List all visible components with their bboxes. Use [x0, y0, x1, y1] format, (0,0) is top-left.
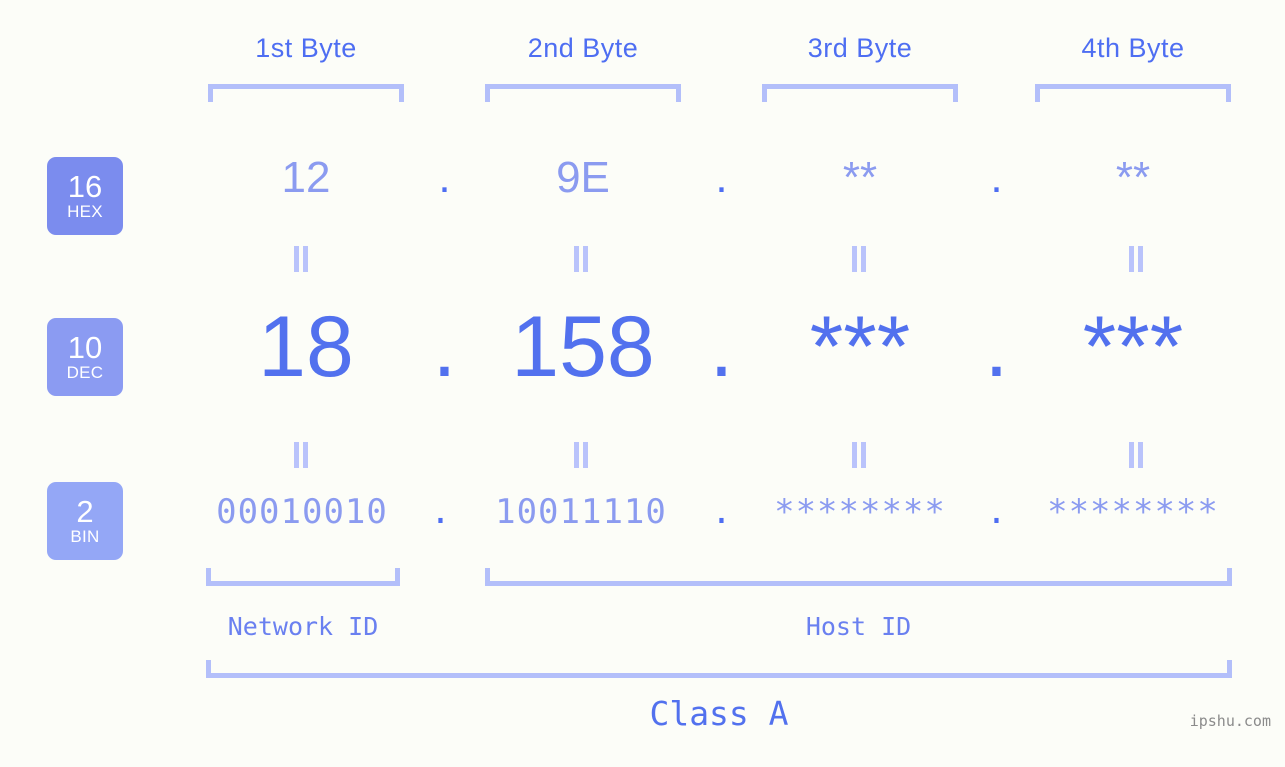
network-id-label: Network ID	[227, 612, 379, 641]
network-id-bracket	[206, 568, 400, 586]
host-id-label: Host ID	[805, 612, 912, 641]
dec-byte-1: 18	[258, 299, 354, 395]
equals-hex-dec-2	[572, 246, 590, 272]
bin-separator-3: .	[986, 492, 1007, 532]
dec-separator-2: .	[709, 299, 734, 395]
class-bracket	[206, 660, 1232, 678]
base-badge-dec-number: 10	[67, 330, 103, 365]
byte-header-2: 2nd Byte	[527, 33, 639, 63]
base-badge-hex-name: HEX	[67, 202, 103, 221]
byte-bracket-4	[1035, 84, 1231, 102]
byte-bracket-2	[485, 84, 681, 102]
equals-hex-dec-1	[292, 246, 310, 272]
hex-byte-3: **	[842, 153, 878, 202]
base-badge-dec: 10 DEC	[47, 318, 123, 396]
dec-byte-3: ***	[809, 299, 911, 395]
bin-byte-1: 00010010	[216, 492, 388, 532]
host-id-bracket	[485, 568, 1232, 586]
class-label: Class A	[649, 694, 789, 733]
dec-separator-3: .	[984, 299, 1009, 395]
byte-header-4: 4th Byte	[1081, 33, 1185, 63]
hex-separator-3: .	[990, 153, 1003, 202]
hex-byte-2: 9E	[556, 153, 610, 202]
equals-dec-bin-1	[292, 442, 310, 468]
dec-byte-4: ***	[1082, 299, 1184, 395]
dec-byte-2: 158	[511, 299, 655, 395]
hex-separator-2: .	[715, 153, 728, 202]
byte-header-3: 3rd Byte	[807, 33, 913, 63]
hex-separator-1: .	[438, 153, 451, 202]
bin-separator-1: .	[430, 492, 451, 532]
hex-byte-4: **	[1115, 153, 1151, 202]
equals-dec-bin-4	[1127, 442, 1145, 468]
equals-hex-dec-4	[1127, 246, 1145, 272]
base-badge-bin-number: 2	[76, 494, 94, 529]
base-badge-bin-name: BIN	[70, 527, 100, 546]
dec-separator-1: .	[432, 299, 457, 395]
base-badge-dec-name: DEC	[66, 363, 104, 382]
hex-byte-1: 12	[281, 153, 331, 202]
byte-bracket-1	[208, 84, 404, 102]
byte-header-1: 1st Byte	[255, 33, 357, 63]
bin-separator-2: .	[711, 492, 732, 532]
bin-byte-3: ********	[774, 492, 946, 532]
byte-bracket-3	[762, 84, 958, 102]
equals-dec-bin-3	[850, 442, 868, 468]
base-badge-bin: 2 BIN	[47, 482, 123, 560]
base-badge-hex: 16 HEX	[47, 157, 123, 235]
equals-dec-bin-2	[572, 442, 590, 468]
ip-byte-diagram: 1st Byte 2nd Byte 3rd Byte 4th Byte 16 H…	[0, 0, 1285, 767]
bin-byte-4: ********	[1047, 492, 1219, 532]
base-badge-hex-number: 16	[67, 169, 103, 204]
equals-hex-dec-3	[850, 246, 868, 272]
watermark: ipshu.com	[1189, 712, 1271, 730]
bin-byte-2: 10011110	[495, 492, 667, 532]
